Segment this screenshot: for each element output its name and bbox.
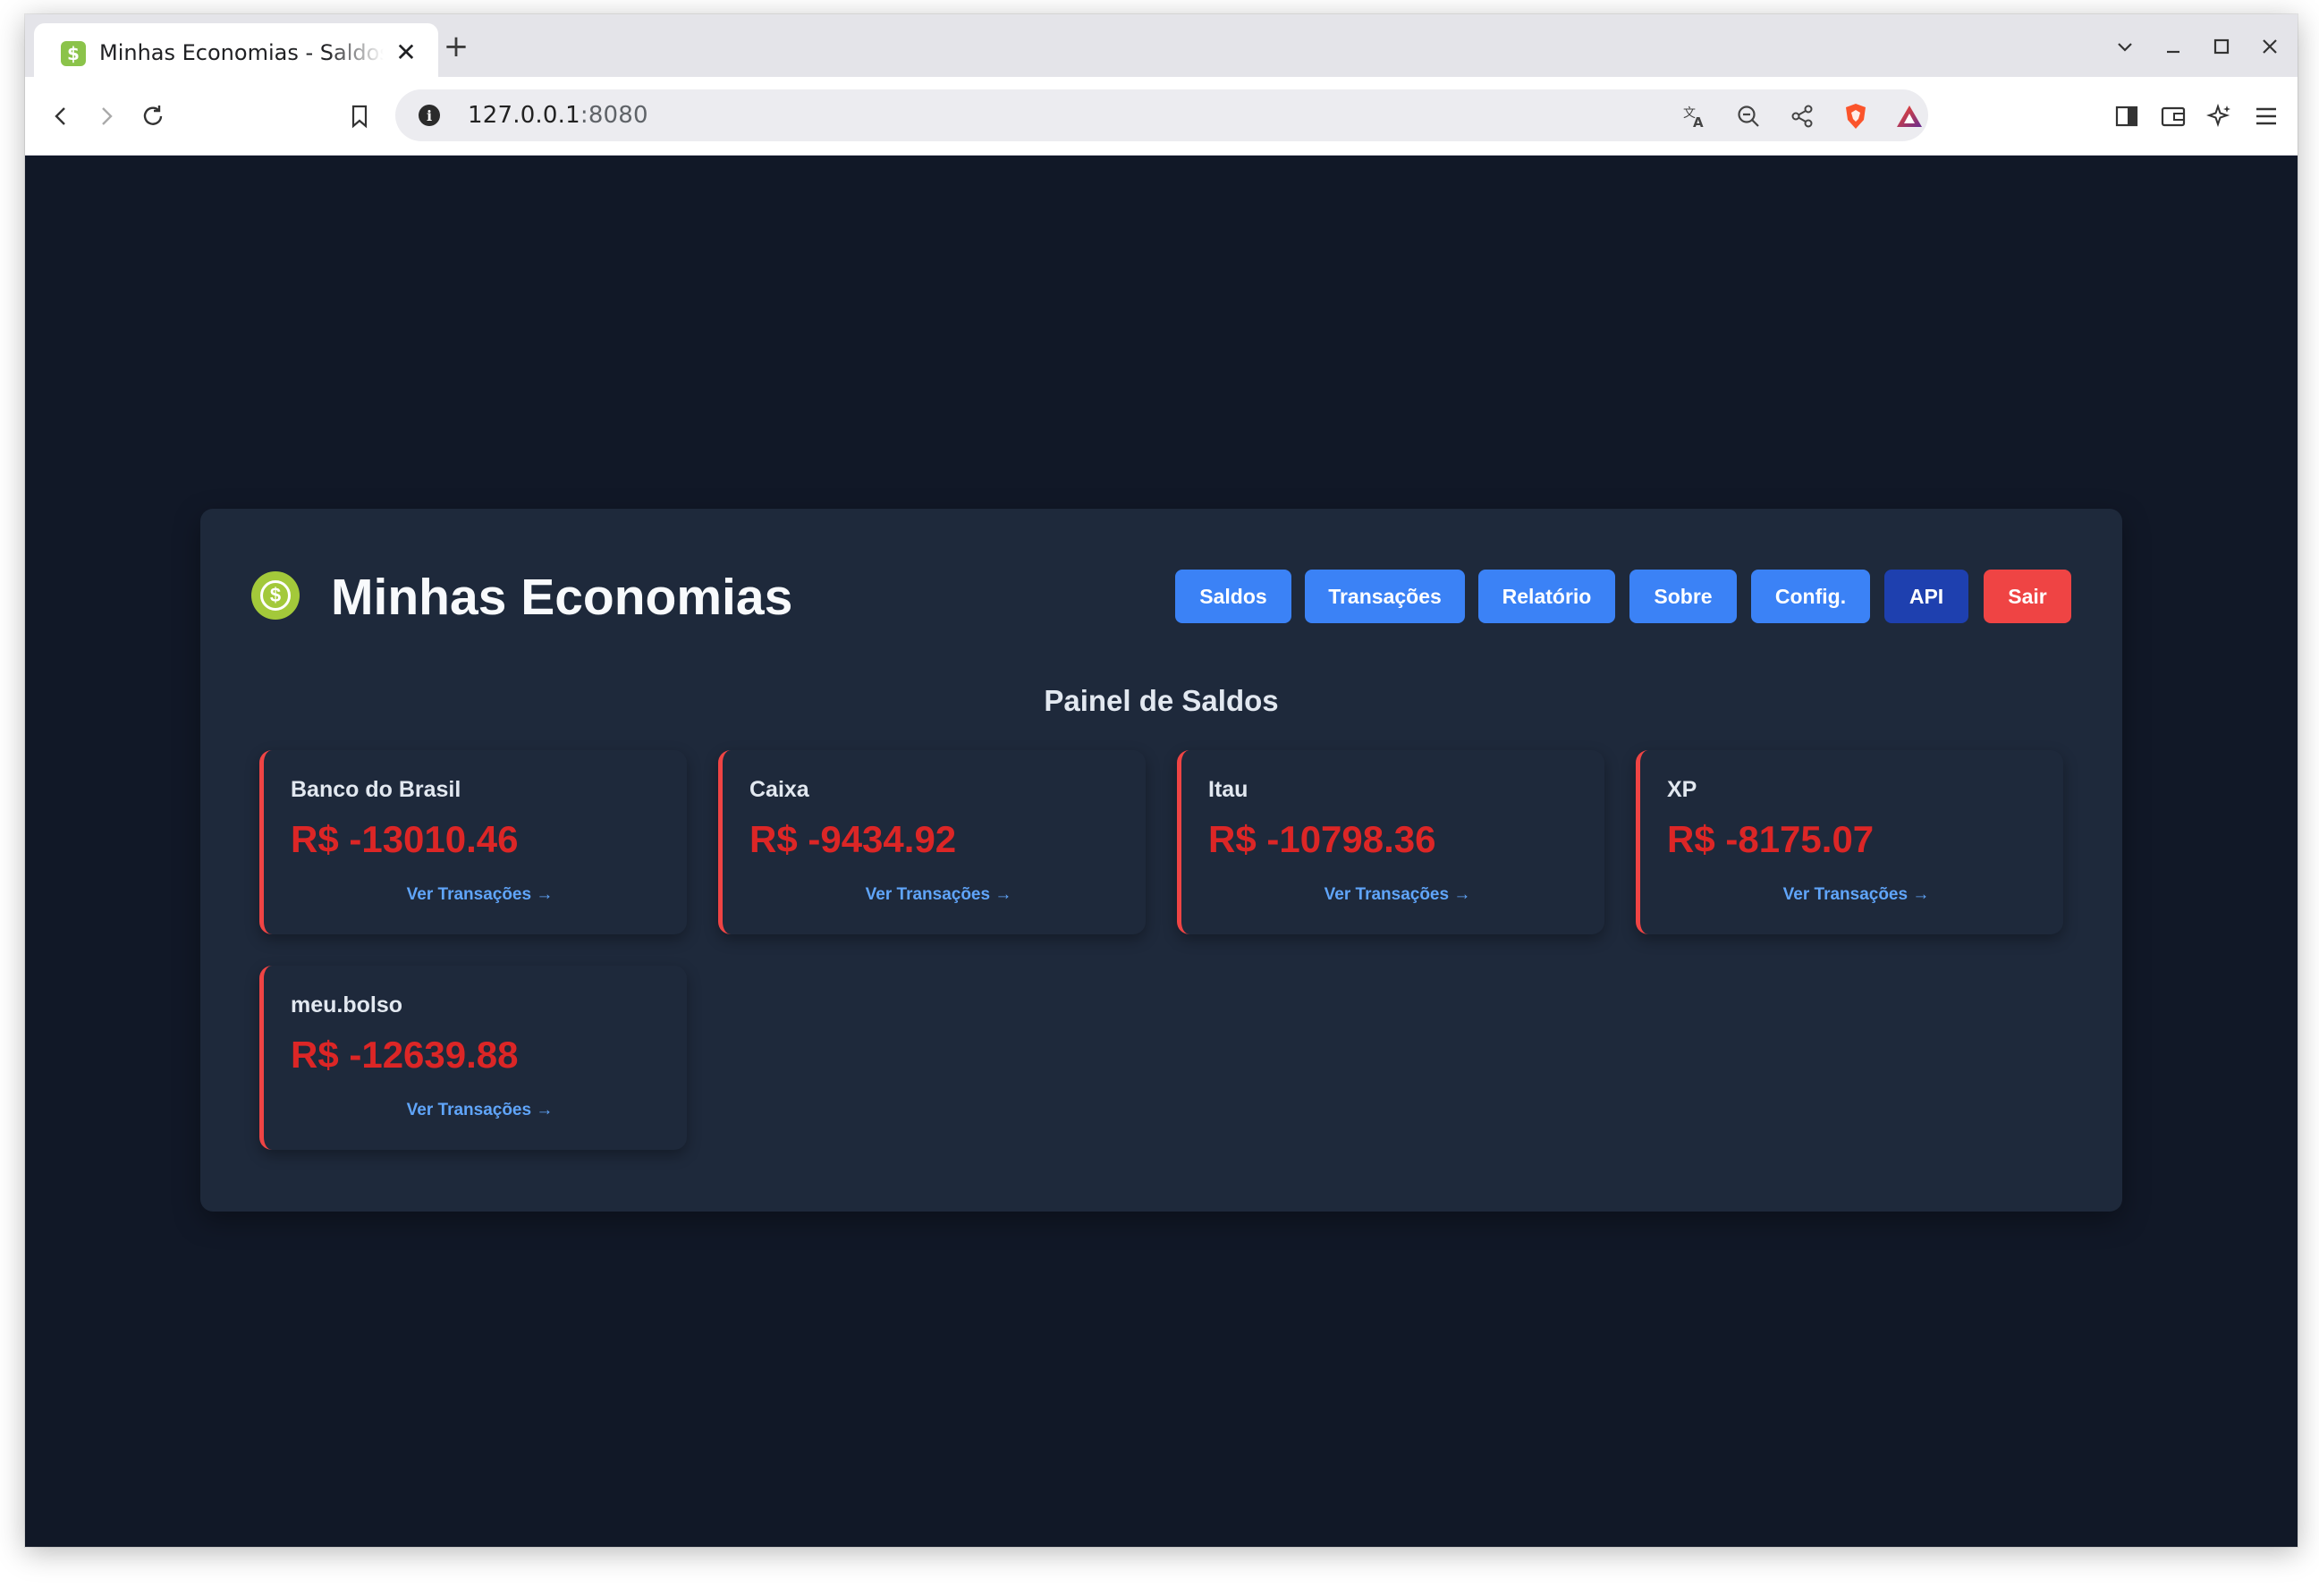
account-card: Banco do Brasil R$ -13010.46 Ver Transaç… xyxy=(259,750,687,934)
url-host: 127.0.0.1 xyxy=(468,102,580,129)
url-port: :8080 xyxy=(580,102,648,129)
account-card: Caixa R$ -9434.92 Ver Transações → xyxy=(718,750,1146,934)
account-name: XP xyxy=(1667,777,1697,802)
account-balance: R$ -13010.46 xyxy=(291,818,519,860)
dollar-coin-icon: $ xyxy=(61,41,86,66)
close-window-icon[interactable] xyxy=(2250,27,2289,66)
close-tab-icon[interactable]: ✕ xyxy=(390,36,422,68)
leo-ai-icon[interactable] xyxy=(2200,97,2239,136)
nav-sobre-button[interactable]: Sobre xyxy=(1629,570,1737,623)
page-viewport: $ Minhas Economias Saldos Transações Rel… xyxy=(25,156,2298,1547)
account-balance: R$ -10798.36 xyxy=(1208,818,1436,860)
account-name: meu.bolso xyxy=(291,992,403,1018)
account-name: Itau xyxy=(1208,777,1248,802)
site-info-icon[interactable]: i xyxy=(419,105,440,126)
url-text[interactable]: 127.0.0.1:8080 xyxy=(468,102,648,129)
view-transactions-link[interactable]: Ver Transações → xyxy=(723,885,1146,905)
address-bar[interactable]: i 127.0.0.1:8080 文A xyxy=(395,89,1928,141)
svg-text:A: A xyxy=(1693,114,1704,130)
zoom-out-icon[interactable] xyxy=(1733,101,1764,131)
brave-shields-icon[interactable] xyxy=(1841,101,1871,131)
account-card: meu.bolso R$ -12639.88 Ver Transações → xyxy=(259,966,687,1150)
account-balance: R$ -8175.07 xyxy=(1667,818,1875,860)
nav-api-button[interactable]: API xyxy=(1884,570,1968,623)
account-balance: R$ -9434.92 xyxy=(749,818,957,860)
brave-rewards-icon[interactable] xyxy=(1894,101,1925,131)
forward-icon[interactable] xyxy=(87,97,126,136)
logout-button[interactable]: Sair xyxy=(1984,570,2071,623)
account-name: Banco do Brasil xyxy=(291,777,461,802)
nav-config-button[interactable]: Config. xyxy=(1751,570,1870,623)
tab-search-chevron-icon[interactable] xyxy=(2105,27,2145,66)
app-title: Minhas Economias xyxy=(331,569,793,626)
nav-saldos-button[interactable]: Saldos xyxy=(1175,570,1291,623)
main-card: $ Minhas Economias Saldos Transações Rel… xyxy=(200,509,2122,1212)
tab-title: Minhas Economias - Saldos xyxy=(99,40,384,65)
share-icon[interactable] xyxy=(1787,101,1817,131)
nav-relatorio-button[interactable]: Relatório xyxy=(1478,570,1615,623)
maximize-icon[interactable] xyxy=(2202,27,2241,66)
nav-transacoes-button[interactable]: Transações xyxy=(1305,570,1465,623)
browser-tab[interactable]: $ Minhas Economias - Saldos ✕ xyxy=(34,23,438,77)
browser-toolbar: i 127.0.0.1:8080 文A xyxy=(25,77,2298,156)
sidebar-icon[interactable] xyxy=(2107,97,2146,136)
account-card: XP R$ -8175.07 Ver Transações → xyxy=(1636,750,2063,934)
minimize-icon[interactable] xyxy=(2154,27,2193,66)
dollar-coin-icon: $ xyxy=(251,571,300,620)
back-icon[interactable] xyxy=(41,97,80,136)
new-tab-icon[interactable]: + xyxy=(438,29,474,64)
view-transactions-link[interactable]: Ver Transações → xyxy=(264,1101,687,1120)
translate-icon[interactable]: 文A xyxy=(1680,101,1710,131)
wallet-icon[interactable] xyxy=(2154,97,2193,136)
section-title: Painel de Saldos xyxy=(1044,684,1279,717)
bookmark-icon[interactable] xyxy=(340,97,379,136)
view-transactions-link[interactable]: Ver Transações → xyxy=(1640,885,2063,905)
account-name: Caixa xyxy=(749,777,809,802)
menu-icon[interactable] xyxy=(2247,97,2286,136)
account-balance: R$ -12639.88 xyxy=(291,1034,519,1076)
view-transactions-link[interactable]: Ver Transações → xyxy=(264,885,687,905)
tab-strip: $ Minhas Economias - Saldos ✕ + xyxy=(25,14,2298,77)
browser-window: $ Minhas Economias - Saldos ✕ + i 127.0.… xyxy=(25,14,2298,1547)
account-card: Itau R$ -10798.36 Ver Transações → xyxy=(1177,750,1604,934)
reload-icon[interactable] xyxy=(133,97,173,136)
view-transactions-link[interactable]: Ver Transações → xyxy=(1181,885,1604,905)
